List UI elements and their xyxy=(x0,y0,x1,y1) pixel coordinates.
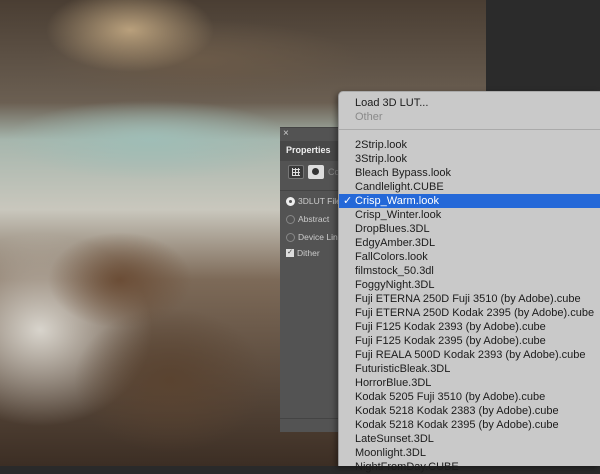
menu-item[interactable]: NightFromDay.CUBE xyxy=(339,460,600,474)
menu-item-label: DropBlues.3DL xyxy=(355,223,430,235)
menu-item-label: LateSunset.3DL xyxy=(355,433,434,445)
properties-panel: × Properties Co 3DLUT File Abstract Devi… xyxy=(280,127,342,432)
menu-item-label: FallColors.look xyxy=(355,251,428,263)
menu-item-label: Kodak 5218 Kodak 2383 (by Adobe).cube xyxy=(355,405,559,417)
menu-item-load-3d-lut[interactable]: Load 3D LUT... xyxy=(339,96,600,110)
lut-dropdown-menu: Load 3D LUT... Other 2Strip.look 3Strip.l… xyxy=(338,91,600,473)
menu-item-other: Other xyxy=(355,111,383,123)
menu-item-label: Fuji ETERNA 250D Kodak 2395 (by Adobe).c… xyxy=(355,307,595,319)
menu-item-label: 2Strip.look xyxy=(355,139,407,151)
checkbox-checked-icon: ✓ xyxy=(286,249,294,257)
panel-title: Properties xyxy=(286,145,331,155)
menu-item[interactable]: Kodak 5205 Fuji 3510 (by Adobe).cube xyxy=(339,390,600,404)
menu-item-label: Bleach Bypass.look xyxy=(355,167,451,179)
menu-item[interactable]: FoggyNight.3DL xyxy=(339,278,600,292)
menu-separator xyxy=(339,129,600,130)
menu-item[interactable]: Fuji F125 Kodak 2393 (by Adobe).cube xyxy=(339,320,600,334)
menu-item[interactable]: EdgyAmber.3DL xyxy=(339,236,600,250)
menu-item[interactable]: filmstock_50.3dl xyxy=(339,264,600,278)
menu-item[interactable]: ✓ Crisp_Warm.look xyxy=(339,194,600,208)
adjustment-grid-icon[interactable] xyxy=(288,165,304,179)
menu-item[interactable]: Moonlight.3DL xyxy=(339,446,600,460)
radio-device-link[interactable]: Device Link xyxy=(286,232,342,242)
menu-item[interactable]: Bleach Bypass.look xyxy=(339,166,600,180)
divider xyxy=(280,190,340,191)
radio-icon xyxy=(286,214,295,224)
workspace-background xyxy=(486,0,600,92)
menu-item[interactable]: Fuji F125 Kodak 2395 (by Adobe).cube xyxy=(339,334,600,348)
checkmark-icon: ✓ xyxy=(343,195,353,207)
menu-item-label: Fuji REALA 500D Kodak 2393 (by Adobe).cu… xyxy=(355,349,586,361)
radio-selected-icon xyxy=(286,196,295,206)
menu-item-label: filmstock_50.3dl xyxy=(355,265,434,277)
menu-item[interactable]: 3Strip.look xyxy=(339,152,600,166)
menu-item[interactable]: Fuji ETERNA 250D Kodak 2395 (by Adobe).c… xyxy=(339,306,600,320)
menu-item-label: FoggyNight.3DL xyxy=(355,279,435,291)
option-label: Abstract xyxy=(298,214,330,224)
menu-item[interactable]: FuturisticBleak.3DL xyxy=(339,362,600,376)
mask-icon[interactable] xyxy=(308,165,324,179)
divider xyxy=(280,418,340,419)
menu-item-label: Kodak 5218 Kodak 2395 (by Adobe).cube xyxy=(355,419,559,431)
menu-item[interactable]: Fuji REALA 500D Kodak 2393 (by Adobe).cu… xyxy=(339,348,600,362)
menu-item-label: Fuji F125 Kodak 2395 (by Adobe).cube xyxy=(355,335,546,347)
menu-item-label: HorrorBlue.3DL xyxy=(355,377,432,389)
menu-item[interactable]: DropBlues.3DL xyxy=(339,222,600,236)
menu-item-label: Moonlight.3DL xyxy=(355,447,426,459)
menu-item[interactable]: Crisp_Winter.look xyxy=(339,208,600,222)
menu-item-label: Candlelight.CUBE xyxy=(355,181,444,193)
radio-3dlut-file[interactable]: 3DLUT File xyxy=(286,196,341,206)
dither-checkbox[interactable]: ✓ Dither xyxy=(286,248,320,258)
radio-abstract[interactable]: Abstract xyxy=(286,214,329,224)
menu-item[interactable]: 2Strip.look xyxy=(339,138,600,152)
menu-item-label: Crisp_Winter.look xyxy=(355,209,442,221)
menu-item-label: Fuji ETERNA 250D Fuji 3510 (by Adobe).cu… xyxy=(355,293,581,305)
radio-icon xyxy=(286,232,295,242)
menu-item-label: NightFromDay.CUBE xyxy=(355,461,459,473)
menu-item[interactable]: Fuji ETERNA 250D Fuji 3510 (by Adobe).cu… xyxy=(339,292,600,306)
close-icon[interactable]: × xyxy=(283,128,289,139)
option-label: Device Link xyxy=(298,232,342,242)
menu-item-label: FuturisticBleak.3DL xyxy=(355,363,451,375)
menu-item-label: Kodak 5205 Fuji 3510 (by Adobe).cube xyxy=(355,391,546,403)
option-label: Dither xyxy=(297,248,320,258)
menu-item[interactable]: Kodak 5218 Kodak 2383 (by Adobe).cube xyxy=(339,404,600,418)
menu-item[interactable]: Candlelight.CUBE xyxy=(339,180,600,194)
menu-item-label: 3Strip.look xyxy=(355,153,407,165)
menu-item[interactable]: Kodak 5218 Kodak 2395 (by Adobe).cube xyxy=(339,418,600,432)
menu-item[interactable]: LateSunset.3DL xyxy=(339,432,600,446)
menu-item-label: Crisp_Warm.look xyxy=(355,195,439,207)
menu-item-label: EdgyAmber.3DL xyxy=(355,237,436,249)
option-label: 3DLUT File xyxy=(298,196,341,206)
menu-item[interactable]: FallColors.look xyxy=(339,250,600,264)
menu-item[interactable]: HorrorBlue.3DL xyxy=(339,376,600,390)
menu-item-label: Fuji F125 Kodak 2393 (by Adobe).cube xyxy=(355,321,546,333)
